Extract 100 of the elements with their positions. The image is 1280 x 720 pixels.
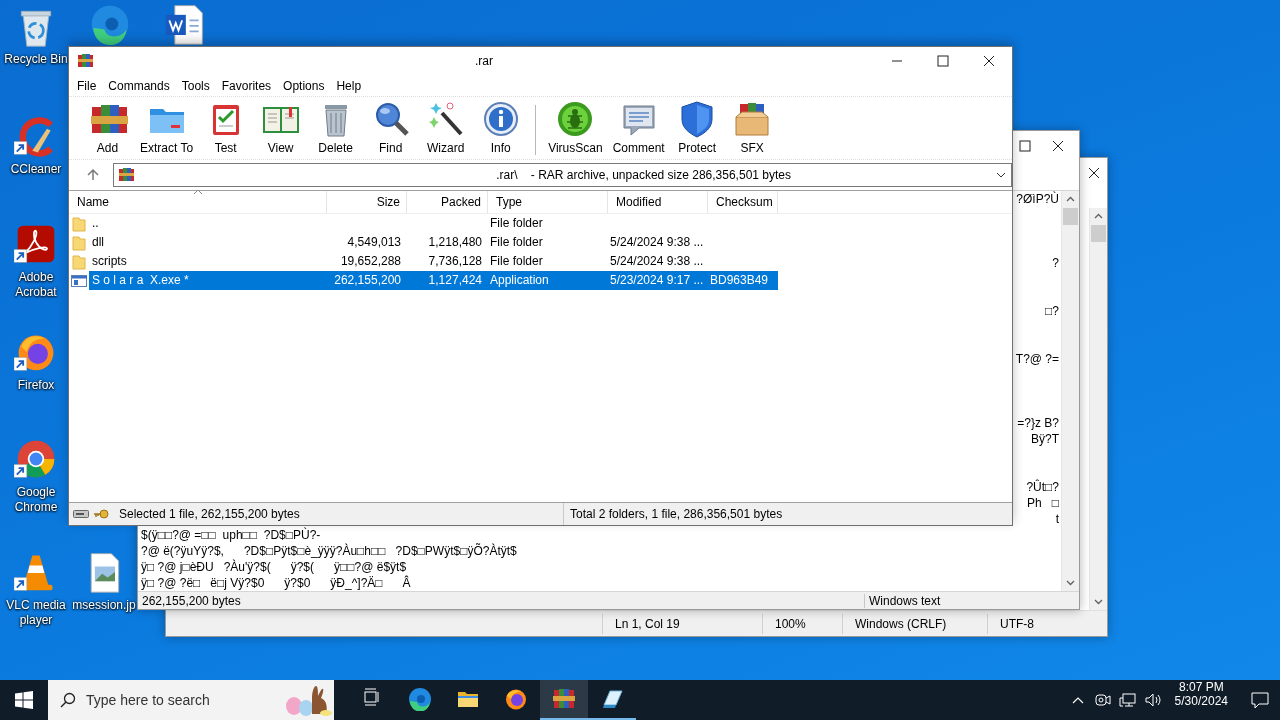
status-text: Selected 1 file, 262,155,200 bytes <box>119 507 300 521</box>
toolbar-button[interactable]: VirusScan <box>544 97 607 159</box>
table-cell-text: 7,736,128 <box>427 253 483 270</box>
text-line: ?ØìP?Ù <box>1016 191 1059 207</box>
column-header[interactable]: Size <box>327 191 407 213</box>
table-cell-text: 1,218,480 <box>427 234 483 251</box>
winrar-icon <box>118 167 135 183</box>
table-cell-text: 5/23/2024 9:17 ... <box>609 272 705 289</box>
status-text: UTF-8 <box>987 613 1107 634</box>
desktop-icon-label: Google Chrome <box>13 485 59 515</box>
camera-icon <box>1092 692 1111 708</box>
volume-icon <box>1144 692 1163 708</box>
table-cell-text: S o l a r a X.exe * <box>91 272 190 289</box>
toolbar-button[interactable]: Extract To <box>136 97 198 159</box>
status-text: 262,155,200 bytes <box>141 593 242 608</box>
scrollbar-thumb[interactable] <box>1091 225 1106 242</box>
clock[interactable]: 8:07 PM 5/30/2024 <box>1166 680 1236 720</box>
column-header[interactable]: Type <box>488 191 608 213</box>
scrollbar[interactable] <box>1089 208 1107 610</box>
text-line: $(ÿ□□?@ =□□ uph□□ ?D$□PÙ?- <box>141 527 321 543</box>
desktop-icon-label: Adobe Acrobat <box>14 270 58 300</box>
text-line: Bÿ?T <box>1031 431 1059 447</box>
text-line: ÿ□ ?@ j□èÐU ?Àu'ÿ?$( ÿ?$( ÿ□□?@ ë$ÿt$ <box>141 559 407 575</box>
toolbar-button[interactable]: Add <box>81 97 134 159</box>
menu-item[interactable]: Tools <box>175 76 216 95</box>
status-text: Total 2 folders, 1 file, 286,356,501 bytes <box>570 507 783 521</box>
desktop-icon-label: CCleaner <box>9 162 63 177</box>
table-cell-text: scripts <box>91 253 128 270</box>
scrollbar[interactable] <box>1061 191 1079 591</box>
file-row[interactable]: dll 4,549,013 1,218,480 File folder 5/24/2024 9:38 ... <box>89 233 778 252</box>
table-cell-text: 1,127,424 <box>427 272 483 289</box>
folder-icon <box>72 253 86 270</box>
folder-icon <box>72 215 86 232</box>
text-line: ?Ût□? <box>1026 479 1059 495</box>
toolbar-button[interactable]: Protect <box>670 97 724 159</box>
table-cell-text: 5/24/2024 9:38 ... <box>609 253 705 270</box>
toolbar-button[interactable]: Info <box>474 97 528 159</box>
text-line: ÿ□ ?@ ?ë□ ë□j Vÿ?$0 ÿ?$0 ÿÐ_^]?Ä□ Â <box>141 575 411 591</box>
menu-item[interactable]: Options <box>277 76 331 95</box>
toolbar-button[interactable]: SFX <box>725 97 779 159</box>
winrar-icon <box>77 53 94 69</box>
text-line: Ph □ <box>1027 495 1059 511</box>
search-field[interactable]: Type here to search <box>48 680 334 720</box>
winrar-icon <box>552 687 576 711</box>
table-cell-text: File folder <box>489 253 544 270</box>
edge-icon <box>408 687 432 711</box>
key-icon <box>93 509 109 519</box>
folder-icon <box>72 234 86 251</box>
table-cell-text: 19,652,288 <box>339 253 402 270</box>
file-row[interactable]: scripts 19,652,288 7,736,128 File folder 5/24/2024 9:38 ... <box>89 252 778 271</box>
chevron-up-icon <box>1070 695 1085 705</box>
column-header[interactable]: Checksum <box>708 191 778 213</box>
table-cell-text: BD963B49 <box>709 272 770 289</box>
desktop-icon-label: msession.jp <box>71 598 137 613</box>
text-line: □? <box>1045 303 1059 319</box>
table-cell-text: .. <box>91 215 100 232</box>
text-line: t <box>1055 511 1059 527</box>
table-cell-text: File folder <box>489 215 544 232</box>
status-text: Ln 1, Col 19 <box>602 613 762 634</box>
toolbar-button[interactable]: Find <box>364 97 418 159</box>
menu-item[interactable]: Favorites <box>215 76 278 95</box>
toolbar-button[interactable]: Delete <box>309 97 363 159</box>
toolbar-button[interactable]: Comment <box>608 97 669 159</box>
menu-item[interactable]: Help <box>330 76 368 95</box>
address-field[interactable]: .rar\ - RAR archive, unpacked size 286,356,501 bytes <box>113 163 1012 187</box>
search-icon <box>60 692 76 708</box>
scrollbar-thumb[interactable] <box>1063 208 1078 225</box>
desktop-icon-label: Firefox <box>16 378 56 393</box>
window-title: .rar <box>474 54 494 68</box>
menu-item[interactable]: File <box>71 76 103 95</box>
status-text: 100% <box>762 613 842 634</box>
menu-item[interactable]: Commands <box>102 76 176 95</box>
table-cell-text: 5/24/2024 9:38 ... <box>609 234 705 251</box>
column-header[interactable]: Name <box>69 191 327 213</box>
firefox-icon <box>504 687 528 711</box>
speech-bubble-icon <box>1251 691 1269 709</box>
notepad-icon <box>600 687 624 711</box>
table-cell-text: File folder <box>489 234 544 251</box>
toolbar-button[interactable]: Test <box>199 97 253 159</box>
desktop-icon-label: VLC media player <box>5 598 67 628</box>
text-line: =?}z B? <box>1017 415 1059 431</box>
table-cell-text: 262,155,200 <box>333 272 402 289</box>
toolbar-button[interactable]: Wizard <box>419 97 473 159</box>
minimize-icon <box>892 60 902 62</box>
column-header[interactable]: Packed <box>407 191 488 213</box>
table-cell-text: dll <box>91 234 105 251</box>
text-line: ? <box>1052 255 1059 271</box>
desktop-icon-label: Recycle Bin <box>3 52 69 67</box>
toolbar-button[interactable]: View <box>254 97 308 159</box>
column-header[interactable]: Modified <box>608 191 708 213</box>
file-row[interactable]: S o l a r a X.exe * 262,155,200 1,127,424 Application 5/23/2024 9:17 ... BD963B49 <box>89 271 778 290</box>
table-cell-text: 4,549,013 <box>346 234 402 251</box>
text-line: T?@ ?= <box>1015 351 1059 367</box>
text-line: ?@ ë(?ÿuYÿ?$, ?D$□Pÿt$□è_ÿÿÿ?Àu□h□□ ?D$□PWÿt$□ÿÕ?Àtÿt$ <box>141 543 517 559</box>
drive-icon <box>73 509 89 519</box>
sort-caret-icon <box>192 189 203 195</box>
windows-logo-icon <box>15 691 33 709</box>
network-icon <box>1118 692 1137 708</box>
status-text: Windows (CRLF) <box>842 613 987 634</box>
file-row[interactable]: .. File folder <box>89 214 778 233</box>
